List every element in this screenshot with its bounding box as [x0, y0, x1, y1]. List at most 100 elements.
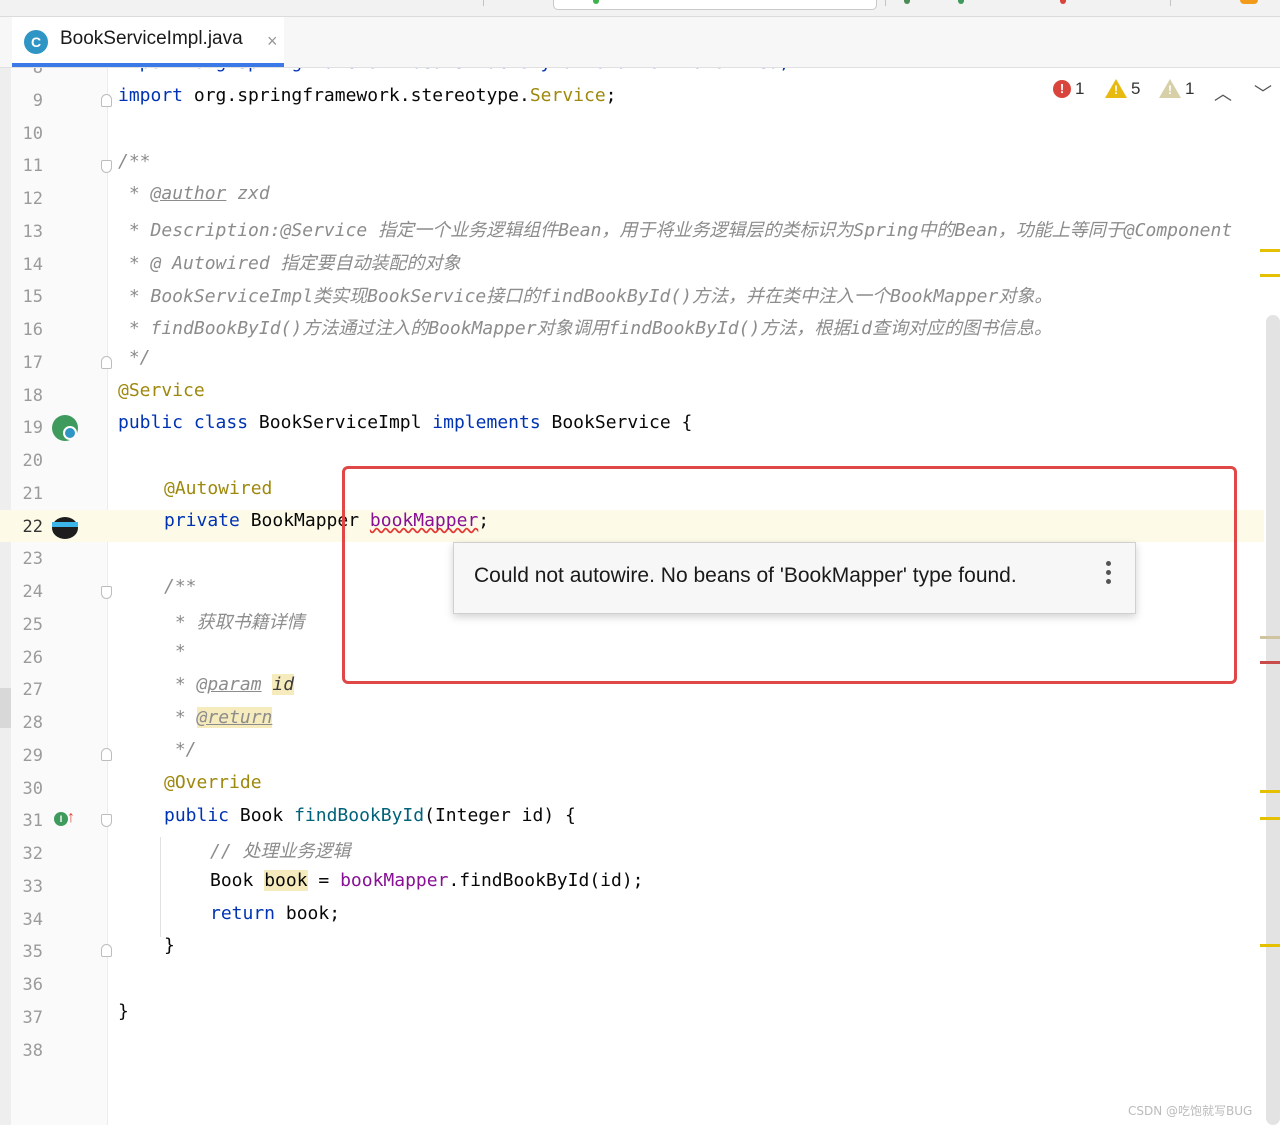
close-icon[interactable]: ×: [267, 31, 278, 52]
more-options-icon[interactable]: [1102, 561, 1114, 591]
warning-stripe[interactable]: [1260, 817, 1280, 820]
toolbar: [0, 0, 1280, 17]
code-line-16[interactable]: * findBookById()方法通过注入的BookMapper对象调用fin…: [118, 314, 1052, 346]
scrollbar[interactable]: [1266, 315, 1280, 1125]
inspection-weak-warnings[interactable]: !1: [1159, 78, 1194, 104]
code-line-37[interactable]: }: [118, 1001, 129, 1033]
code-line-13[interactable]: * Description:@Service 指定一个业务逻辑组件Bean，用于…: [118, 216, 1232, 248]
toolbar-divider: [885, 0, 886, 6]
line-number: 22: [11, 511, 43, 543]
code-line-35[interactable]: }: [164, 935, 175, 967]
fold-marker[interactable]: [101, 586, 112, 599]
comment-text: zxd: [226, 183, 269, 204]
chevron-up-icon[interactable]: ︿: [1214, 80, 1232, 106]
fold-marker[interactable]: [101, 748, 112, 761]
code-line-29[interactable]: */: [164, 739, 197, 771]
code-line-19[interactable]: public class BookServiceImpl implements …: [118, 412, 692, 444]
build-icon[interactable]: [904, 0, 910, 4]
ninja-bean-icon[interactable]: [52, 514, 80, 540]
keyword: return: [210, 903, 275, 924]
line-number: 25: [11, 609, 43, 641]
comment-star: *: [164, 674, 197, 695]
line-number: 35: [11, 936, 43, 968]
type-ref: Book: [210, 870, 264, 891]
method-name: findBookById: [294, 805, 424, 826]
line-number: 20: [11, 445, 43, 477]
tool-window-strip: [0, 68, 11, 1125]
warning-icon: !: [1105, 79, 1127, 98]
line-number: 30: [11, 773, 43, 805]
code-line-18[interactable]: @Service: [118, 380, 205, 412]
line-number: 32: [11, 838, 43, 870]
warning-stripe[interactable]: [1260, 249, 1280, 252]
fold-marker[interactable]: [101, 814, 112, 827]
code-line-32[interactable]: // 处理业务逻辑: [210, 837, 351, 869]
run-icon[interactable]: [958, 0, 964, 4]
code-line-27[interactable]: * @param id: [164, 674, 294, 706]
line-number: 27: [11, 674, 43, 706]
tab-bookserviceimpl[interactable]: C BookServiceImpl.java ×: [12, 17, 284, 67]
code-line-21[interactable]: @Autowired: [164, 478, 272, 510]
search-everywhere-field[interactable]: [553, 0, 877, 10]
fold-marker[interactable]: [101, 944, 112, 957]
code-line-14[interactable]: * @ Autowired 指定要自动装配的对象: [118, 249, 461, 281]
fold-marker[interactable]: [101, 160, 112, 173]
comment-star: *: [118, 183, 151, 204]
inspection-errors[interactable]: !1: [1053, 78, 1084, 104]
class-name: BookServiceImpl: [248, 412, 432, 433]
arrow-up-icon[interactable]: ↑: [67, 809, 75, 827]
local-variable: book: [264, 870, 307, 891]
keyword: import: [118, 85, 183, 106]
debug-icon[interactable]: [1060, 0, 1066, 4]
code-line-15[interactable]: * BookServiceImpl类实现BookService接口的findBo…: [118, 282, 1052, 314]
weak-warning-icon: !: [1159, 79, 1181, 98]
comment-text: Description:@Service 指定一个业务逻辑组件Bean，用于将业…: [151, 220, 1233, 241]
code-line-30[interactable]: @Override: [164, 772, 262, 804]
code-line-28[interactable]: * @return: [164, 707, 272, 739]
warning-stripe[interactable]: [1260, 790, 1280, 793]
code-line-12[interactable]: * @author zxd: [118, 183, 270, 215]
implements-method-icon[interactable]: I: [54, 812, 68, 826]
tool-window-marker[interactable]: [0, 688, 11, 728]
code-line-24[interactable]: /**: [164, 576, 197, 608]
line-number: 29: [11, 740, 43, 772]
param-name: id: [272, 674, 294, 695]
code-line-25[interactable]: * 获取书籍详情: [164, 608, 305, 640]
editor-tab-bar: C BookServiceImpl.java ×: [0, 17, 1280, 68]
field-ref: bookMapper: [340, 870, 448, 891]
return-value: book;: [275, 903, 340, 924]
error-stripe[interactable]: [1260, 661, 1280, 664]
line-number: 10: [11, 118, 43, 150]
spring-bean-icon[interactable]: [52, 415, 78, 441]
method-call: .findBookById(id);: [448, 870, 643, 891]
keyword: public: [118, 412, 183, 433]
indent-guide: [160, 837, 161, 937]
code-line-31[interactable]: public Book findBookById(Integer id) {: [164, 805, 576, 837]
comment-star: *: [118, 220, 151, 241]
error-tooltip[interactable]: Could not autowire. No beans of 'BookMap…: [453, 542, 1136, 614]
code-line-33[interactable]: Book book = bookMapper.findBookById(id);: [210, 870, 644, 902]
code-line-9[interactable]: import org.springframework.stereotype.Se…: [118, 85, 617, 117]
code-line-11[interactable]: /**: [118, 151, 151, 183]
comment-star: *: [164, 707, 197, 728]
javadoc-tag: @author: [151, 183, 227, 204]
line-number: 28: [11, 707, 43, 739]
chevron-down-icon[interactable]: ﹀: [1254, 80, 1272, 106]
line-number: 12: [11, 183, 43, 215]
tab-label: BookServiceImpl.java: [60, 28, 243, 50]
interface-ref: BookService {: [541, 412, 693, 433]
line-number: 38: [11, 1035, 43, 1067]
warning-stripe[interactable]: [1260, 944, 1280, 947]
inspection-warnings[interactable]: !5: [1105, 78, 1140, 104]
fold-marker[interactable]: [101, 94, 112, 107]
code-line-34[interactable]: return book;: [210, 903, 340, 935]
avatar[interactable]: [1240, 0, 1258, 4]
fold-marker[interactable]: [101, 356, 112, 369]
code-line-17[interactable]: */: [118, 347, 151, 379]
warning-stripe[interactable]: [1260, 274, 1280, 277]
class-ref: Service: [530, 85, 606, 106]
type-ref: Book: [229, 805, 294, 826]
javadoc-tag: @return: [197, 707, 273, 728]
code-line-26[interactable]: *: [164, 641, 186, 673]
weak-warning-stripe[interactable]: [1260, 636, 1280, 639]
